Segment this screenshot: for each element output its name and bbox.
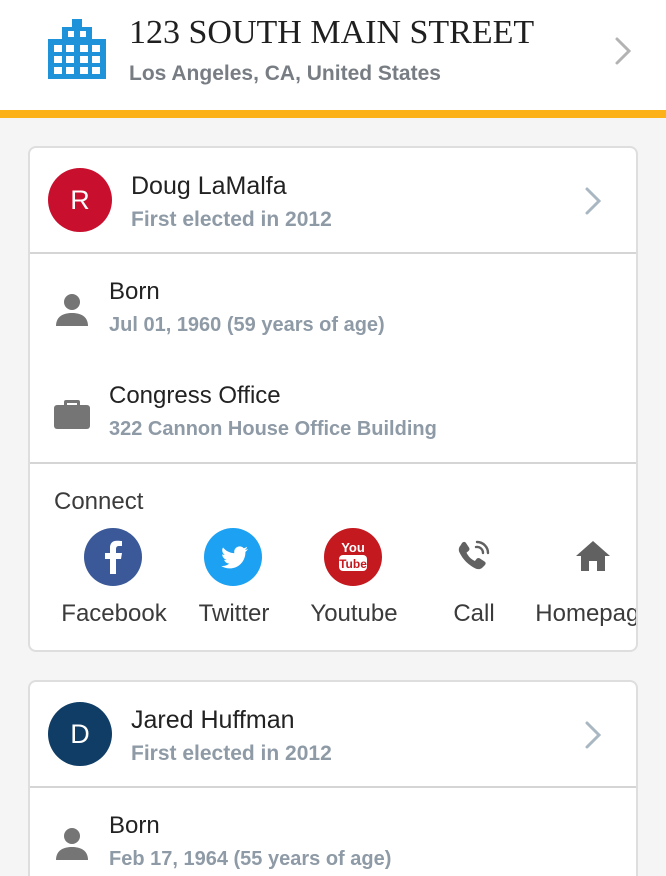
address-title: 123 SOUTH MAIN STREET: [129, 14, 535, 51]
representative-name: Jared Huffman: [131, 706, 295, 734]
born-value: Feb 17, 1964 (55 years of age): [109, 848, 392, 870]
address-header[interactable]: 123 SOUTH MAIN STREET Los Angeles, CA, U…: [0, 0, 666, 110]
twitter-link[interactable]: Twitter: [174, 528, 294, 638]
born-label: Born: [109, 278, 160, 305]
party-avatar: R: [48, 168, 112, 232]
call-label: Call: [453, 600, 495, 627]
call-link[interactable]: Call: [414, 528, 534, 638]
chevron-right-icon[interactable]: [584, 720, 602, 750]
phone-icon[interactable]: [444, 528, 502, 586]
office-row: Congress Office 322 Cannon House Office …: [30, 372, 636, 462]
born-row: Born Feb 17, 1964 (55 years of age): [30, 802, 636, 876]
divider: [30, 462, 636, 464]
building-icon: [48, 19, 106, 79]
person-icon: [52, 824, 92, 864]
briefcase-icon: [52, 392, 92, 432]
home-icon[interactable]: [564, 528, 622, 586]
youtube-label: Youtube: [310, 600, 398, 627]
youtube-link[interactable]: You Tube Youtube: [294, 528, 414, 638]
representative-row[interactable]: D Jared Huffman First elected in 2012: [30, 682, 636, 788]
facebook-icon[interactable]: [84, 528, 142, 586]
chevron-right-icon[interactable]: [584, 186, 602, 216]
twitter-icon[interactable]: [204, 528, 262, 586]
elected-text: First elected in 2012: [131, 742, 332, 765]
representative-name: Doug LaMalfa: [131, 172, 287, 200]
born-row: Born Jul 01, 1960 (59 years of age): [30, 268, 636, 358]
born-label: Born: [109, 812, 160, 839]
office-value: 322 Cannon House Office Building: [109, 418, 437, 440]
elected-text: First elected in 2012: [131, 208, 332, 231]
party-avatar: D: [48, 702, 112, 766]
chevron-right-icon[interactable]: [614, 36, 632, 66]
born-value: Jul 01, 1960 (59 years of age): [109, 314, 385, 336]
youtube-icon[interactable]: You Tube: [324, 528, 382, 586]
homepage-label: Homepage: [535, 600, 636, 627]
office-label: Congress Office: [109, 382, 281, 409]
representative-row[interactable]: R Doug LaMalfa First elected in 2012: [30, 148, 636, 254]
twitter-label: Twitter: [198, 600, 270, 627]
connect-title: Connect: [54, 488, 144, 515]
address-subtitle: Los Angeles, CA, United States: [129, 62, 441, 85]
homepage-link[interactable]: Homepage: [534, 528, 636, 638]
person-icon: [52, 290, 92, 330]
representative-card: R Doug LaMalfa First elected in 2012 Bor…: [28, 146, 638, 652]
header-accent-bar: [0, 110, 666, 118]
facebook-label: Facebook: [61, 600, 167, 627]
svg-text:Tube: Tube: [339, 557, 367, 571]
svg-text:You: You: [341, 540, 365, 555]
representative-card: D Jared Huffman First elected in 2012 Bo…: [28, 680, 638, 876]
facebook-link[interactable]: Facebook: [54, 528, 174, 638]
